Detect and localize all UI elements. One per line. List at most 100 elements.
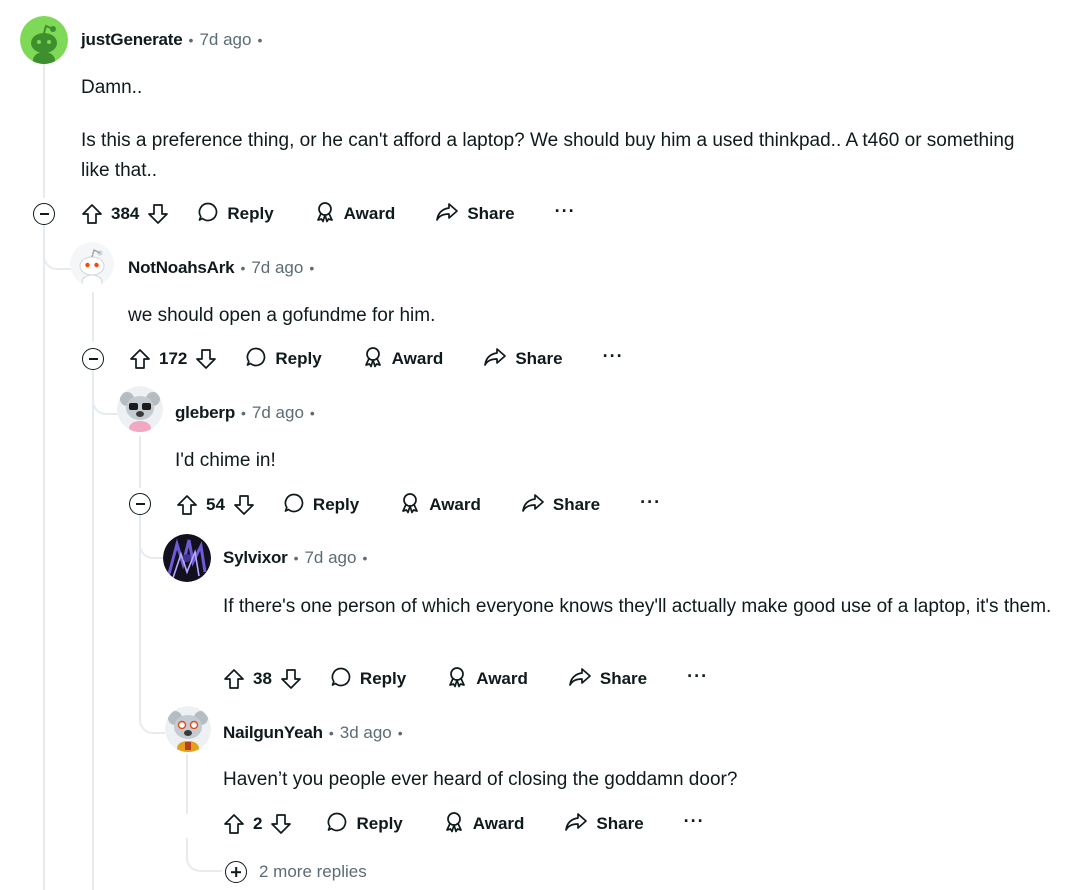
award-icon: [399, 492, 421, 519]
upvote-icon[interactable]: [223, 813, 245, 835]
more-options-icon[interactable]: ···: [684, 812, 705, 832]
author-name[interactable]: NailgunYeah: [223, 723, 323, 743]
author-name[interactable]: NotNoahsArk: [128, 258, 235, 278]
award-button[interactable]: Award: [314, 201, 396, 228]
downvote-icon[interactable]: [195, 348, 217, 370]
upvote-icon[interactable]: [81, 203, 103, 225]
award-button[interactable]: Award: [399, 492, 481, 519]
award-icon: [314, 201, 336, 228]
more-options-icon[interactable]: ···: [555, 202, 576, 222]
award-icon: [362, 346, 384, 373]
vote-group: 2: [223, 813, 292, 835]
award-button[interactable]: Award: [362, 346, 444, 373]
collapse-button[interactable]: [82, 348, 104, 370]
vote-group: 172: [129, 348, 217, 370]
award-button[interactable]: Award: [443, 811, 525, 838]
award-label: Award: [343, 204, 396, 223]
separator-dot: •: [397, 725, 403, 741]
minus-icon: [135, 503, 145, 505]
award-label: Award: [391, 349, 444, 368]
thread-line: [139, 436, 141, 488]
comment-actions: 172 Reply Award Share ···: [129, 344, 624, 374]
comment-meta: gleberp • 7d ago •: [175, 401, 321, 425]
share-label: Share: [599, 669, 648, 688]
reply-label: Reply: [312, 495, 360, 514]
collapse-button[interactable]: [129, 493, 151, 515]
award-label: Award: [472, 814, 525, 833]
author-name[interactable]: justGenerate: [81, 30, 183, 50]
reply-label: Reply: [359, 669, 407, 688]
comment-body: If there's one person of which everyone …: [223, 592, 1075, 622]
share-button[interactable]: Share: [521, 492, 600, 519]
upvote-icon[interactable]: [223, 668, 245, 690]
vote-group: 54: [176, 494, 255, 516]
more-options-icon[interactable]: ···: [603, 347, 624, 367]
reply-button[interactable]: Reply: [330, 666, 406, 693]
thread-line: [92, 292, 94, 342]
reply-label: Reply: [227, 204, 274, 223]
comment-paragraph: Is this a preference thing, or he can't …: [81, 130, 1015, 181]
thread-line: [43, 64, 45, 198]
share-icon: [521, 492, 545, 519]
share-button[interactable]: Share: [568, 666, 647, 693]
award-label: Award: [476, 669, 528, 688]
comment-meta: NailgunYeah • 3d ago •: [223, 721, 409, 745]
downvote-icon[interactable]: [233, 494, 255, 516]
downvote-icon[interactable]: [147, 203, 169, 225]
share-label: Share: [596, 814, 644, 833]
avatar[interactable]: [163, 534, 211, 582]
upvote-icon[interactable]: [176, 494, 198, 516]
timestamp[interactable]: 7d ago: [304, 548, 356, 568]
minus-icon: [88, 358, 98, 360]
reply-button[interactable]: Reply: [245, 346, 322, 373]
reply-icon: [330, 666, 352, 693]
timestamp[interactable]: 7d ago: [252, 403, 304, 423]
avatar[interactable]: [165, 706, 211, 752]
author-name[interactable]: gleberp: [175, 403, 235, 423]
comment-actions: 384 Reply Award Share ···: [81, 199, 576, 229]
reply-button[interactable]: Reply: [283, 492, 359, 519]
comment-paragraph: Haven’t you people ever heard of closing…: [223, 769, 738, 790]
downvote-icon[interactable]: [280, 668, 302, 690]
share-button[interactable]: Share: [483, 346, 563, 373]
more-replies-button[interactable]: 2 more replies: [225, 861, 367, 883]
reply-label: Reply: [356, 814, 403, 833]
avatar[interactable]: [117, 386, 163, 432]
thread-line: [186, 754, 188, 814]
avatar[interactable]: [20, 16, 68, 64]
timestamp[interactable]: 7d ago: [251, 258, 303, 278]
reply-icon: [197, 201, 219, 228]
more-options-icon[interactable]: ···: [640, 493, 661, 513]
timestamp[interactable]: 3d ago: [340, 723, 392, 743]
author-name[interactable]: Sylvixor: [223, 548, 288, 568]
thread-line: [92, 377, 94, 890]
share-icon: [435, 201, 459, 228]
avatar[interactable]: [70, 242, 114, 286]
vote-count: 172: [159, 349, 188, 368]
share-label: Share: [515, 349, 563, 368]
more-options-icon[interactable]: ···: [687, 667, 708, 687]
share-button[interactable]: Share: [564, 811, 644, 838]
vote-count: 2: [253, 814, 263, 833]
thread-branch: [139, 690, 165, 734]
reply-label: Reply: [275, 349, 322, 368]
plus-icon: [225, 861, 247, 883]
reply-button[interactable]: Reply: [197, 201, 274, 228]
upvote-icon[interactable]: [129, 348, 151, 370]
minus-icon: [39, 213, 49, 215]
share-icon: [568, 666, 592, 693]
separator-dot: •: [240, 260, 246, 276]
reply-button[interactable]: Reply: [326, 811, 403, 838]
comment-actions: 38 Reply Award Share ···: [223, 664, 708, 694]
collapse-button[interactable]: [33, 203, 55, 225]
reply-icon: [326, 811, 348, 838]
downvote-icon[interactable]: [270, 813, 292, 835]
comment-paragraph: I'd chime in!: [175, 450, 276, 471]
share-button[interactable]: Share: [435, 201, 515, 228]
reply-icon: [283, 492, 305, 519]
share-label: Share: [467, 204, 515, 223]
award-button[interactable]: Award: [446, 666, 528, 693]
timestamp[interactable]: 7d ago: [199, 30, 251, 50]
comment-actions: 54 Reply Award Share ···: [176, 490, 661, 520]
vote-count: 384: [111, 204, 140, 223]
